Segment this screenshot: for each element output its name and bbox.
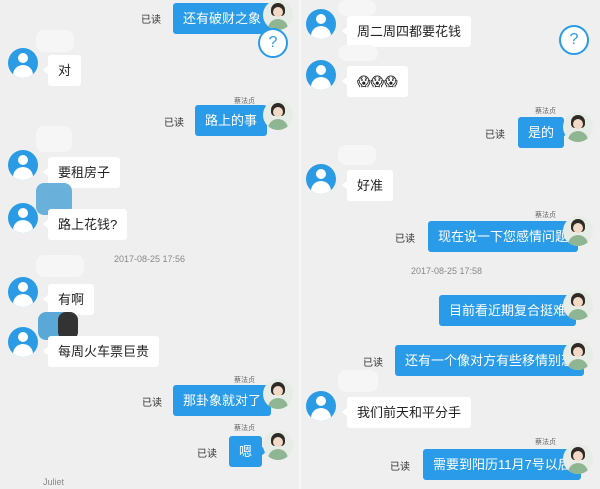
user-avatar-icon[interactable] bbox=[306, 9, 336, 39]
contact-name: Juliet bbox=[43, 477, 65, 487]
message-bubble-in[interactable]: 有啊 bbox=[42, 284, 95, 315]
user-avatar-icon[interactable] bbox=[8, 203, 38, 233]
timestamp: 2017-08-25 17:58 bbox=[411, 266, 483, 276]
sender-name: 蔡法贞 bbox=[234, 377, 255, 384]
chat-panel-right[interactable]: 周二周四都要花钱 ? 😱😱😱 蔡法贞 已读 是的 好准 蔡法贞 已读 现在说一下… bbox=[301, 0, 600, 489]
read-status: 已读 bbox=[197, 449, 217, 460]
user-avatar-icon[interactable] bbox=[8, 327, 38, 357]
message-bubble-in[interactable]: 😱😱😱 bbox=[342, 66, 408, 97]
message-bubble-out[interactable]: 那卦象就对了 bbox=[173, 385, 277, 416]
advisor-avatar[interactable] bbox=[263, 379, 293, 409]
advisor-avatar[interactable] bbox=[263, 0, 293, 30]
user-avatar-icon[interactable] bbox=[8, 48, 38, 78]
message-bubble-out[interactable]: 路上的事 bbox=[195, 105, 273, 136]
blurred-area bbox=[36, 255, 84, 277]
user-avatar-icon[interactable] bbox=[8, 277, 38, 307]
message-bubble-out[interactable]: 现在说一下您感情问题 bbox=[428, 221, 584, 252]
advisor-avatar[interactable] bbox=[263, 430, 293, 460]
advisor-avatar[interactable] bbox=[563, 444, 593, 474]
blurred-area bbox=[338, 45, 378, 61]
question-circle-icon[interactable]: ? bbox=[559, 25, 589, 55]
user-avatar-icon[interactable] bbox=[306, 164, 336, 194]
sender-name: 蔡法贞 bbox=[535, 108, 556, 115]
advisor-avatar[interactable] bbox=[563, 290, 593, 320]
user-avatar-icon[interactable] bbox=[306, 391, 336, 421]
blurred-area bbox=[338, 145, 376, 165]
message-bubble-in[interactable]: 我们前天和平分手 bbox=[341, 397, 472, 428]
blurred-area bbox=[36, 30, 74, 52]
message-bubble-in[interactable]: 路上花钱? bbox=[42, 209, 128, 240]
message-bubble-out[interactable]: 目前看近期复合挺难 bbox=[439, 295, 582, 326]
message-bubble-out[interactable]: 是的 bbox=[518, 117, 570, 148]
message-bubble-out[interactable]: 还有一个像对方有些移情别恋 bbox=[395, 345, 590, 376]
message-bubble-in[interactable]: 对 bbox=[42, 55, 82, 86]
advisor-avatar[interactable] bbox=[563, 216, 593, 246]
sender-name: 蔡法贞 bbox=[234, 425, 255, 432]
message-bubble-out[interactable]: 嗯 bbox=[229, 436, 268, 467]
message-bubble-in[interactable]: 好准 bbox=[341, 170, 394, 201]
read-status: 已读 bbox=[141, 15, 161, 26]
read-status: 已读 bbox=[363, 358, 383, 369]
advisor-avatar[interactable] bbox=[263, 100, 293, 130]
blurred-area bbox=[36, 126, 72, 152]
question-circle-icon[interactable]: ? bbox=[258, 28, 288, 58]
message-bubble-out[interactable]: 还有破财之象 bbox=[173, 3, 277, 34]
message-bubble-in[interactable]: 每周火车票巨贵 bbox=[42, 336, 160, 367]
message-bubble-in[interactable]: 周二周四都要花钱 bbox=[341, 16, 472, 47]
message-bubble-out[interactable]: 需要到阳历11月7号以后 bbox=[423, 449, 586, 480]
blurred-area bbox=[338, 370, 378, 392]
read-status: 已读 bbox=[164, 118, 184, 129]
read-status: 已读 bbox=[395, 234, 415, 245]
user-avatar-icon[interactable] bbox=[306, 60, 336, 90]
chat-panel-left[interactable]: 已读 还有破财之象 ? 对 蔡法贞 已读 路上的事 要租房子 路上花钱? 201… bbox=[0, 0, 299, 489]
read-status: 已读 bbox=[390, 462, 410, 473]
advisor-avatar[interactable] bbox=[563, 112, 593, 142]
read-status: 已读 bbox=[485, 130, 505, 141]
sender-name: 蔡法贞 bbox=[535, 439, 556, 446]
advisor-avatar[interactable] bbox=[563, 340, 593, 370]
timestamp: 2017-08-25 17:56 bbox=[114, 254, 186, 264]
sender-name: 蔡法贞 bbox=[535, 212, 556, 219]
user-avatar-icon[interactable] bbox=[8, 150, 38, 180]
read-status: 已读 bbox=[142, 398, 162, 409]
blurred-area bbox=[338, 0, 376, 16]
